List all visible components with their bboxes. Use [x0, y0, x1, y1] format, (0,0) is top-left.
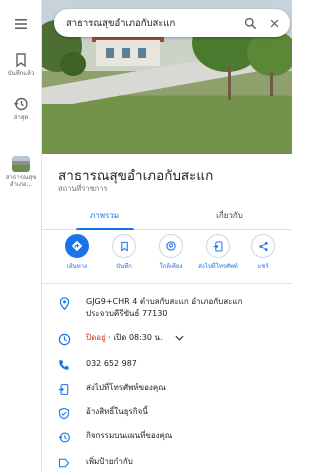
place-panel: สาธารณสุขอำเภอกับสะแก สาธารณสุขอำเภอกับส…	[42, 0, 292, 471]
rail-recent-place-label: สาธารณสุข อำเภอ...	[5, 174, 37, 188]
place-photo[interactable]: สาธารณสุขอำเภอกับสะแก	[42, 0, 292, 154]
hours-icon-wrap	[42, 332, 86, 346]
directions-label: เส้นทาง	[66, 263, 88, 270]
directions-circle	[65, 234, 89, 258]
photo-window	[138, 48, 146, 58]
photo-tree-trunk	[270, 72, 273, 96]
claim-business-row[interactable]: อ้างสิทธิ์ในธุรกิจนี้	[42, 406, 292, 420]
phone-number: 032 652 987	[86, 359, 137, 368]
search-icon	[244, 17, 256, 29]
photo-window	[106, 48, 114, 58]
hours-row[interactable]: ปิดอยู่ · เปิด 08:30 น.	[42, 332, 292, 346]
send-to-phone-icon	[213, 241, 222, 251]
clear-search-button[interactable]	[262, 11, 286, 35]
address-row[interactable]: GJG9+CHR 4 ตำบลกับสะแก อำเภอกับสะแก ประจ…	[42, 296, 292, 320]
hours-status: ปิดอยู่	[86, 333, 106, 342]
map-activity-row[interactable]: กิจกรรมบนแผนที่ของคุณ	[42, 430, 292, 444]
directions-icon	[71, 240, 83, 252]
recent-place-thumbnail	[12, 156, 30, 172]
send-phone-icon-wrap	[42, 382, 86, 396]
share-label: แชร์	[257, 263, 269, 270]
menu-button[interactable]	[0, 16, 42, 32]
rail-saved-label: บันทึกแล้ว	[7, 70, 35, 77]
section-divider	[42, 283, 292, 284]
tab-overview[interactable]: ภาพรวม	[42, 200, 167, 230]
phone-icon-wrap	[42, 358, 86, 371]
activity-icon-wrap	[42, 430, 86, 444]
nearby-icon	[166, 241, 176, 251]
history-icon	[58, 432, 70, 443]
clock-icon	[58, 333, 70, 346]
place-category[interactable]: สถานที่ราชการ	[58, 183, 108, 195]
chevron-down-icon[interactable]	[175, 335, 184, 341]
address-line-2: ประจวบคีรีขันธ์ 77130	[86, 309, 168, 318]
address-line-1: GJG9+CHR 4 ตำบลกับสะแก อำเภอกับสะแก	[86, 297, 243, 306]
address-text: GJG9+CHR 4 ตำบลกับสะแก อำเภอกับสะแก ประจ…	[86, 296, 242, 320]
send-to-phone-row[interactable]: ส่งไปที่โทรศัพท์ของคุณ	[42, 382, 292, 396]
tab-about[interactable]: เกี่ยวกับ	[167, 200, 292, 230]
add-label-row[interactable]: เพิ่มป้ายกำกับ	[42, 456, 292, 469]
location-pin-icon	[59, 297, 69, 310]
rail-saved-button[interactable]: บันทึกแล้ว	[0, 52, 42, 77]
hours-opening-time: · เปิด 08:30 น.	[105, 333, 163, 342]
phone-row[interactable]: 032 652 987	[42, 358, 292, 371]
photo-tree-trunk	[228, 66, 231, 100]
share-button[interactable]: แชร์	[243, 234, 283, 271]
photo-tree	[60, 52, 86, 76]
nearby-circle	[159, 234, 183, 258]
send-to-phone-text: ส่งไปที่โทรศัพท์ของคุณ	[86, 383, 166, 392]
map-activity-text: กิจกรรมบนแผนที่ของคุณ	[86, 431, 173, 440]
save-label: บันทึก	[116, 263, 132, 270]
search-button[interactable]	[238, 11, 262, 35]
bookmark-icon	[120, 241, 128, 252]
save-button[interactable]: บันทึก	[104, 234, 144, 271]
share-icon	[258, 241, 268, 251]
nearby-button[interactable]: ใกล้เคียง	[151, 234, 191, 271]
close-icon	[270, 19, 278, 27]
claim-business-text: อ้างสิทธิ์ในธุรกิจนี้	[86, 407, 148, 416]
place-tabs: ภาพรวม เกี่ยวกับ	[42, 200, 292, 230]
hamburger-menu-icon	[15, 19, 27, 29]
bookmark-icon	[16, 53, 26, 68]
save-circle	[112, 234, 136, 258]
action-buttons: เส้นทาง บันทึก ใกล้เคียง ส่งไปที่โทรศัพท…	[42, 234, 292, 280]
send-to-phone-label: ส่งไปที่โทรศัพท์	[198, 263, 238, 270]
claim-icon-wrap	[42, 406, 86, 420]
rail-recent-place-button[interactable]: สาธารณสุข อำเภอ...	[0, 156, 42, 188]
rail-recent-label: ล่าสุด	[13, 114, 29, 121]
search-input[interactable]: สาธารณสุขอำเภอกับสะแก	[54, 16, 238, 31]
active-tab-indicator	[76, 228, 134, 230]
maps-window: บันทึกแล้ว ล่าสุด สาธารณสุข อำเภอ... สาธ…	[0, 0, 292, 471]
history-icon	[14, 97, 28, 111]
send-to-phone-circle	[206, 234, 230, 258]
hours-text: ปิดอยู่ · เปิด 08:30 น.	[86, 332, 184, 344]
search-box[interactable]: สาธารณสุขอำเภอกับสะแก	[54, 9, 290, 37]
address-icon-wrap	[42, 296, 86, 310]
verified-shield-icon	[58, 407, 70, 420]
send-to-phone-icon	[58, 384, 69, 395]
label-icon-wrap	[42, 456, 86, 469]
phone-icon	[59, 360, 69, 370]
send-to-phone-button[interactable]: ส่งไปที่โทรศัพท์	[198, 234, 238, 271]
share-circle	[251, 234, 275, 258]
rail-recent-button[interactable]: ล่าสุด	[0, 96, 42, 121]
directions-button[interactable]: เส้นทาง	[57, 234, 97, 271]
left-rail: บันทึกแล้ว ล่าสุด สาธารณสุข อำเภอ...	[0, 0, 42, 471]
nearby-label: ใกล้เคียง	[159, 263, 183, 270]
add-label-text: เพิ่มป้ายกำกับ	[86, 457, 133, 466]
photo-window	[122, 48, 130, 58]
label-icon	[58, 458, 70, 468]
